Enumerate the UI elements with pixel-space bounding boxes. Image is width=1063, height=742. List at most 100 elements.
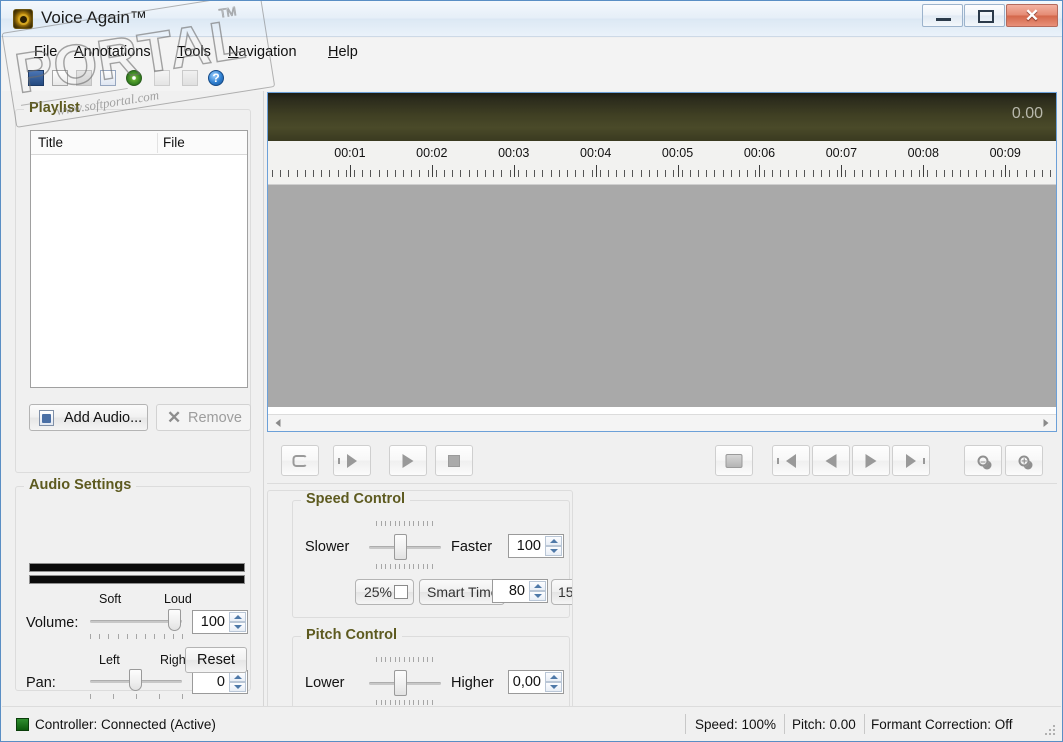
tick-mark (385, 700, 387, 705)
pan-spin-up-icon[interactable] (229, 672, 246, 682)
ruler-minor-tick (673, 170, 675, 177)
ruler-minor-tick (599, 170, 601, 177)
ruler-major-tick (923, 165, 925, 177)
volume-spin-up-icon[interactable] (229, 612, 246, 622)
waveform-canvas[interactable] (268, 185, 1056, 407)
column-header-title[interactable]: Title (38, 135, 63, 150)
quarter-speed-checkbox[interactable] (394, 585, 408, 599)
pan-spinner-arrows[interactable] (229, 672, 246, 692)
resize-grip[interactable] (1045, 725, 1057, 737)
remove-button[interactable]: ✕ Remove (156, 404, 251, 431)
scroll-right-arrow-icon[interactable] (1038, 415, 1054, 431)
speed-spinner-arrows[interactable] (545, 536, 562, 556)
new-annotation-button[interactable] (50, 68, 70, 88)
play-tool-button[interactable] (152, 68, 172, 88)
close-button[interactable]: ✕ (1006, 4, 1058, 27)
menu-item-help[interactable]: Help (324, 42, 362, 62)
smart-time-spinner-arrows[interactable] (529, 581, 546, 601)
pitch-slider-thumb[interactable] (394, 670, 407, 696)
ruler-minor-tick (689, 170, 691, 177)
maximize-button[interactable] (964, 4, 1005, 27)
controller-status-led-icon (16, 718, 29, 731)
playlist-legend: Playlist (24, 100, 85, 116)
step-forward-button[interactable] (852, 445, 890, 476)
step-back-button[interactable] (812, 445, 850, 476)
stop-square-icon (448, 454, 460, 467)
tick-mark (390, 657, 391, 662)
open-project-button[interactable] (26, 68, 46, 88)
ruler-minor-tick (1050, 170, 1052, 177)
ruler-minor-tick (1009, 170, 1011, 177)
zoom-out-button[interactable]: – (964, 445, 1002, 476)
smart-time-spin-up-icon[interactable] (529, 581, 546, 591)
waveform-horizontal-scrollbar[interactable] (268, 414, 1056, 431)
add-audio-button[interactable]: Add Audio... (29, 404, 148, 431)
pitch-spinner-arrows[interactable] (545, 672, 562, 692)
ruler-minor-tick (886, 170, 888, 177)
speed-spin-up-icon[interactable] (545, 536, 562, 546)
minimize-button[interactable] (922, 4, 963, 27)
volume-spinner-arrows[interactable] (229, 612, 246, 632)
skip-end-button[interactable] (892, 445, 930, 476)
volume-spinner[interactable]: 100 (192, 610, 248, 634)
open-project-icon (28, 70, 44, 86)
grip-dot (1053, 733, 1055, 735)
pan-spinner[interactable]: 0 (192, 670, 248, 694)
speed-slider-thumb[interactable] (394, 534, 407, 560)
ruler-minor-tick (517, 170, 519, 177)
media-button[interactable] (124, 68, 144, 88)
column-header-file[interactable]: File (163, 135, 185, 150)
ruler-minor-tick (353, 170, 355, 177)
tick-mark (163, 634, 165, 639)
volume-spin-down-icon[interactable] (229, 622, 246, 632)
play-button[interactable] (389, 445, 427, 476)
menu-item-tools[interactable]: Tools (173, 42, 215, 62)
pitch-spinner[interactable]: 0,00 (508, 670, 564, 694)
loop-button[interactable] (281, 445, 319, 476)
ruler-minor-tick (468, 170, 470, 177)
zoom-in-button[interactable]: + (1005, 445, 1043, 476)
ruler-minor-tick (992, 170, 994, 177)
time-ruler[interactable]: 00:01 00:02 00:03 00:04 00:05 00:06 00:07 00:08… (268, 141, 1056, 185)
trailing-value-button[interactable]: 15 (551, 579, 572, 605)
help-button[interactable]: ? (206, 68, 226, 88)
ruler-label: 00:01 (334, 146, 366, 160)
smart-time-spin-down-icon[interactable] (529, 591, 546, 601)
ruler-minor-tick (591, 170, 593, 177)
ruler-minor-tick (632, 170, 634, 177)
ruler-minor-tick (272, 170, 273, 177)
bookmark-return-button[interactable] (715, 445, 753, 476)
print-button[interactable] (180, 68, 200, 88)
column-divider[interactable] (157, 133, 158, 153)
waveform-overview[interactable]: 0.00 (268, 93, 1056, 141)
audio-settings-group: Audio Settings Soft Loud Volume: 100 Lef… (15, 477, 251, 699)
stop-button[interactable] (435, 445, 473, 476)
play-from-start-button[interactable] (333, 445, 371, 476)
pan-spin-down-icon[interactable] (229, 682, 246, 692)
export-button[interactable] (98, 68, 118, 88)
skip-start-button[interactable] (772, 445, 810, 476)
ruler-minor-tick (902, 170, 904, 177)
quarter-speed-button[interactable]: 25% (355, 579, 414, 605)
ruler-minor-tick (501, 170, 503, 177)
smart-time-spinner[interactable]: 80 (492, 579, 548, 603)
menu-item-annotations[interactable]: Annotations (70, 42, 155, 62)
ruler-label: 00:09 (989, 146, 1021, 160)
ruler-minor-tick (738, 170, 740, 177)
volume-slider-thumb[interactable] (168, 609, 181, 631)
pan-slider-thumb[interactable] (129, 669, 142, 691)
speed-spinner[interactable]: 100 (508, 534, 564, 558)
maximize-icon (978, 10, 994, 23)
speed-spin-down-icon[interactable] (545, 546, 562, 556)
playlist-table[interactable]: Title File (30, 130, 248, 388)
save-button[interactable] (74, 68, 94, 88)
menu-item-navigation[interactable]: Navigation (224, 42, 301, 62)
scroll-left-arrow-icon[interactable] (270, 415, 286, 431)
pitch-spin-down-icon[interactable] (545, 682, 562, 692)
ruler-minor-tick (812, 170, 814, 177)
tick-mark (394, 700, 396, 705)
menu-item-file[interactable]: File (30, 42, 61, 62)
ruler-minor-tick (820, 170, 822, 177)
reset-button[interactable]: Reset (185, 647, 247, 673)
pitch-spin-up-icon[interactable] (545, 672, 562, 682)
